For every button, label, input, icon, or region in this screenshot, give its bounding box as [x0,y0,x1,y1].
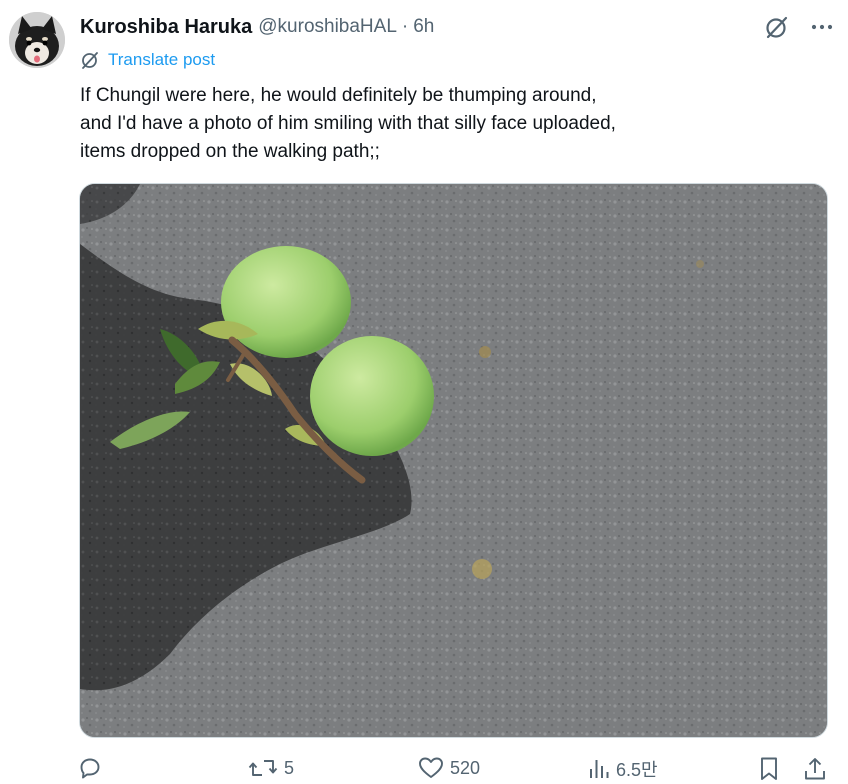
author-handle[interactable]: @kuroshibaHAL [258,16,397,38]
translate-post-label[interactable]: Translate post [108,50,215,70]
more-horizontal-icon [811,24,833,30]
share-icon [805,758,825,780]
views-button[interactable]: 6.5만 [588,756,658,782]
post-timestamp[interactable]: 6h [413,16,434,38]
reply-button[interactable] [78,756,108,780]
post: Kuroshiba Haruka @kuroshibaHAL · 6h Tran… [0,0,848,784]
bookmark-button[interactable] [758,756,780,782]
post-action-bar: 5 520 6.5만 [78,756,838,784]
repost-icon [248,760,278,776]
repost-button[interactable]: 5 [248,756,294,780]
top-actions [764,14,834,40]
bookmark-icon [761,757,777,780]
slash-circle-icon [82,52,98,69]
photo-two-green-fruits-on-asphalt [80,184,827,737]
post-text: If Chungil were here, he would definitel… [80,82,780,166]
translate-post-link[interactable]: Translate post [80,50,215,70]
post-photo[interactable] [79,183,828,738]
more-options-button[interactable] [810,15,834,39]
views-count: 6.5만 [616,760,658,780]
grok-button[interactable] [764,14,790,40]
heart-icon [419,757,443,778]
repost-count: 5 [284,757,295,778]
avatar[interactable] [9,12,65,68]
reply-bubble-icon [80,758,100,779]
shiba-dog-avatar-icon [9,12,65,68]
views-bar-chart-icon [590,760,609,778]
author-display-name[interactable]: Kuroshiba Haruka [80,16,252,39]
post-text-line: and I'd have a photo of him smiling with… [80,113,616,134]
slash-circle-icon [766,16,788,39]
like-button[interactable]: 520 [418,756,480,780]
share-button[interactable] [803,756,827,782]
post-text-line: items dropped on the walking path;; [80,141,380,162]
post-text-line: If Chungil were here, he would definitel… [80,85,597,106]
post-header: Kuroshiba Haruka @kuroshibaHAL · 6h [80,13,434,41]
like-count: 520 [450,757,481,778]
separator-dot: · [401,16,409,37]
